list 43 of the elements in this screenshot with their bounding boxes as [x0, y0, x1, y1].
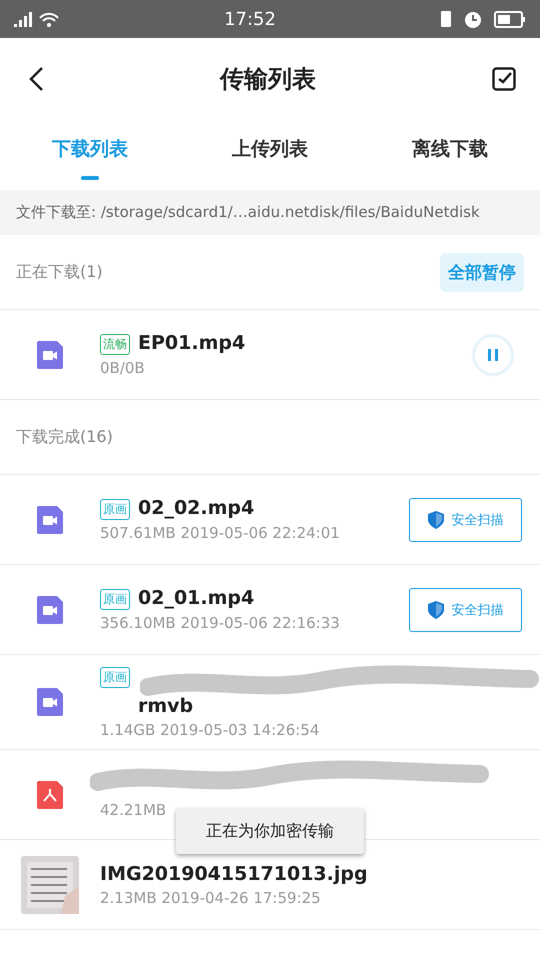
file-meta: 0B/0B [100, 359, 146, 377]
tab[interactable]: 下载列表 [15, 120, 165, 190]
quality-tag: 原画 [100, 589, 130, 610]
page-title: 传输列表 [220, 64, 316, 95]
pause-icon [488, 348, 498, 360]
download-path: 文件下载至: /storage/sdcard1/…aidu.netdisk/files/BaiduNetdisk [0, 190, 540, 235]
pdf-file-icon [37, 780, 63, 808]
pause-all-button[interactable]: 全部暂停 [440, 252, 524, 292]
video-file-icon [37, 596, 63, 624]
signal-wifi-icon [14, 10, 60, 28]
security-scan-button[interactable]: 安全扫描 [409, 498, 522, 542]
video-file-icon [37, 340, 63, 368]
back-icon[interactable] [28, 66, 44, 92]
section-title: 正在下载(1) [16, 262, 103, 282]
security-scan-button[interactable]: 安全扫描 [409, 588, 522, 632]
shield-icon [428, 600, 444, 618]
tab[interactable]: 上传列表 [195, 120, 345, 190]
tab-indicator [81, 176, 99, 180]
file-meta: 356.10MB 2019-05-06 22:16:33 [100, 614, 341, 632]
quality-tag: 原画 [100, 499, 130, 520]
file-name: rmvb [138, 694, 194, 717]
file-meta: 1.14GB 2019-05-03 14:26:54 [100, 721, 320, 739]
file-name: 02_01.mp4 [138, 587, 254, 609]
vibrate-icon [440, 10, 452, 28]
shield-icon [428, 510, 444, 528]
section-title: 下载完成(16) [16, 426, 113, 448]
battery-icon [494, 10, 526, 28]
tab[interactable]: 离线下载 [375, 120, 525, 190]
file-name: EP01.mp4 [138, 332, 246, 354]
video-file-icon [37, 506, 63, 534]
file-name: IMG20190415171013.jpg [100, 862, 368, 884]
checkbox-select-icon[interactable] [492, 67, 516, 91]
video-file-icon [37, 688, 63, 716]
toast-message: 正在为你加密传输 [176, 808, 364, 854]
file-meta: 2.13MB 2019-04-26 17:59:25 [100, 888, 322, 906]
file-meta: 42.21MB [100, 800, 168, 818]
alarm-icon [464, 10, 482, 28]
status-time: 17:52 [224, 8, 276, 30]
quality-tag: 原画 [100, 667, 130, 688]
quality-tag: 流畅 [100, 334, 130, 355]
file-meta: 507.61MB 2019-05-06 22:24:01 [100, 524, 341, 542]
pause-button[interactable] [472, 334, 514, 376]
file-name: 02_02.mp4 [138, 497, 254, 519]
